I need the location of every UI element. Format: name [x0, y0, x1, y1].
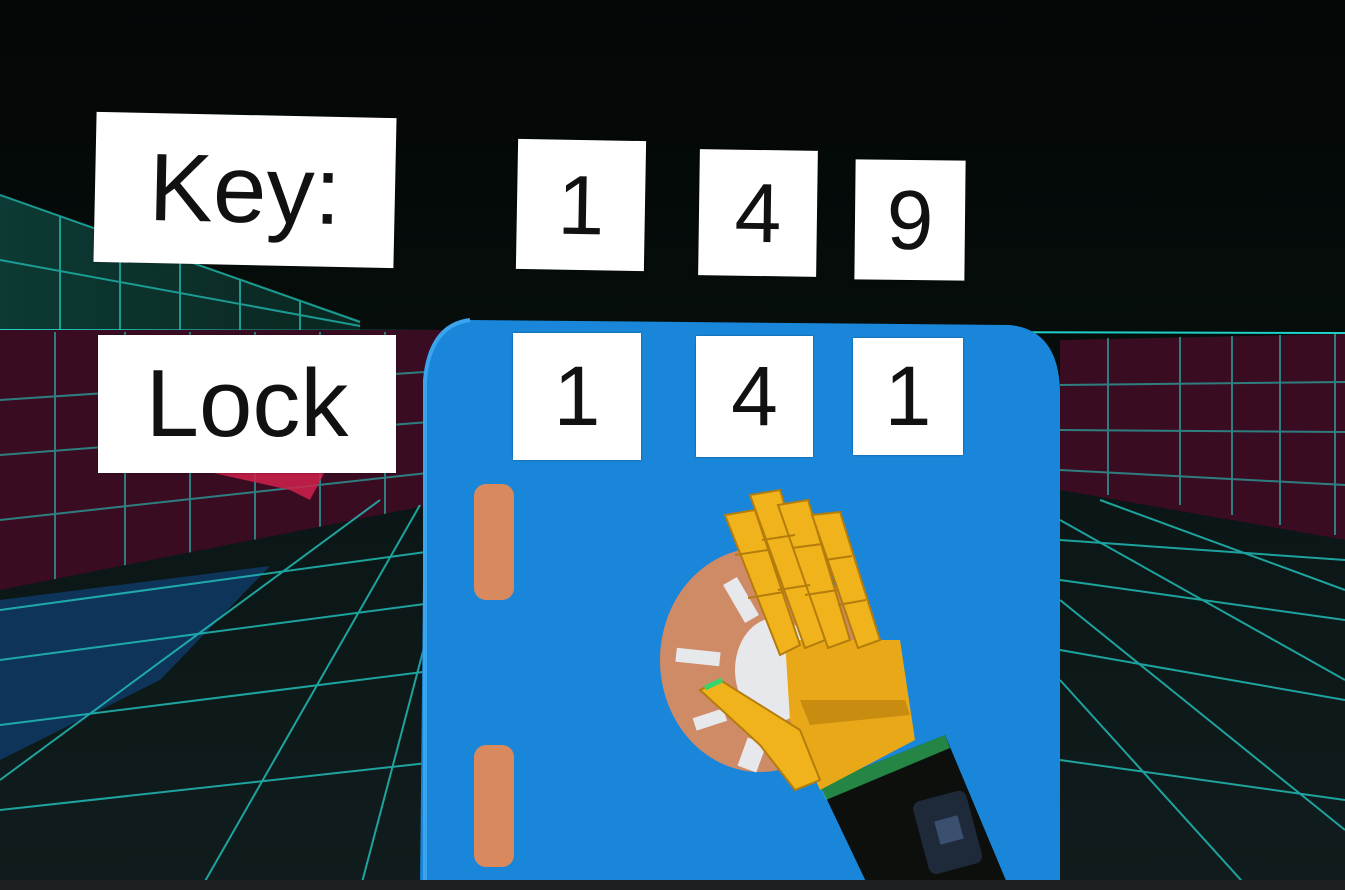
key-digit-2: 4	[698, 149, 818, 277]
hinge-top	[474, 484, 514, 600]
vr-scene: Key: Lock 1 4 9 1 4 1	[0, 0, 1345, 890]
lock-digit-2[interactable]: 4	[696, 336, 813, 457]
bottom-bar	[0, 880, 1345, 890]
hinge-bottom	[474, 745, 514, 867]
key-digit-1: 1	[515, 138, 647, 272]
lock-digit-3[interactable]: 1	[853, 338, 963, 455]
key-label: Key:	[93, 111, 397, 269]
key-digit-3: 9	[854, 159, 966, 281]
lock-label: Lock	[98, 335, 396, 473]
lock-digit-1[interactable]: 1	[513, 333, 641, 460]
